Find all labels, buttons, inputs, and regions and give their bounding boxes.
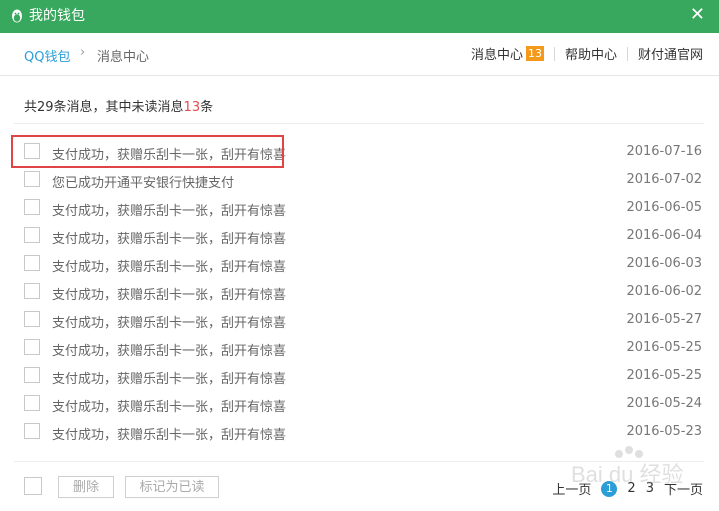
message-date: 2016-07-02 bbox=[626, 172, 702, 187]
message-date: 2016-06-02 bbox=[626, 284, 702, 299]
message-date: 2016-05-27 bbox=[626, 312, 702, 327]
message-date: 2016-06-04 bbox=[626, 228, 702, 243]
breadcrumb-home-link[interactable]: QQ钱包 bbox=[24, 46, 70, 65]
footer-toolbar: 删除 标记为已读 上一页 1 2 3 下一页 bbox=[0, 474, 719, 504]
message-row[interactable]: 支付成功，获赠乐刮卡一张，刮开有惊喜 2016-06-05 bbox=[14, 194, 704, 222]
message-text[interactable]: 支付成功，获赠乐刮卡一张，刮开有惊喜 bbox=[52, 144, 286, 163]
help-center-link[interactable]: 帮助中心 bbox=[565, 44, 617, 63]
message-checkbox[interactable] bbox=[24, 367, 40, 383]
message-text[interactable]: 支付成功，获赠乐刮卡一张，刮开有惊喜 bbox=[52, 368, 286, 387]
message-text[interactable]: 支付成功，获赠乐刮卡一张，刮开有惊喜 bbox=[52, 284, 286, 303]
prev-page-link[interactable]: 上一页 bbox=[552, 479, 591, 498]
mark-read-button[interactable]: 标记为已读 bbox=[125, 476, 219, 498]
page-3-link[interactable]: 3 bbox=[646, 481, 654, 496]
select-all-checkbox[interactable] bbox=[24, 477, 42, 495]
message-row[interactable]: 支付成功，获赠乐刮卡一张，刮开有惊喜 2016-05-24 bbox=[14, 390, 704, 418]
message-text[interactable]: 支付成功，获赠乐刮卡一张，刮开有惊喜 bbox=[52, 228, 286, 247]
message-date: 2016-06-03 bbox=[626, 256, 702, 271]
message-checkbox[interactable] bbox=[24, 171, 40, 187]
unread-count-badge: 13 bbox=[525, 46, 544, 61]
message-row[interactable]: 支付成功，获赠乐刮卡一张，刮开有惊喜 2016-06-03 bbox=[14, 250, 704, 278]
tenpay-link[interactable]: 财付通官网 bbox=[638, 44, 703, 63]
divider bbox=[14, 123, 704, 124]
message-text[interactable]: 支付成功，获赠乐刮卡一张，刮开有惊喜 bbox=[52, 312, 286, 331]
message-date: 2016-05-25 bbox=[626, 340, 702, 355]
message-row[interactable]: 支付成功，获赠乐刮卡一张，刮开有惊喜 2016-05-23 bbox=[14, 418, 704, 446]
message-date: 2016-05-24 bbox=[626, 396, 702, 411]
summary-suffix: 条 bbox=[200, 100, 214, 115]
message-row[interactable]: 支付成功，获赠乐刮卡一张，刮开有惊喜 2016-05-25 bbox=[14, 334, 704, 362]
message-summary: 共29条消息，其中未读消息13条 bbox=[24, 96, 213, 115]
message-row[interactable]: 支付成功，获赠乐刮卡一张，刮开有惊喜 2016-06-02 bbox=[14, 278, 704, 306]
message-text[interactable]: 支付成功，获赠乐刮卡一张，刮开有惊喜 bbox=[52, 256, 286, 275]
summary-unread-count: 13 bbox=[183, 100, 201, 115]
message-center-link[interactable]: 消息中心 bbox=[471, 44, 523, 63]
message-checkbox[interactable] bbox=[24, 423, 40, 439]
message-date: 2016-06-05 bbox=[626, 200, 702, 215]
message-checkbox[interactable] bbox=[24, 227, 40, 243]
message-text[interactable]: 支付成功，获赠乐刮卡一张，刮开有惊喜 bbox=[52, 424, 286, 443]
delete-button[interactable]: 删除 bbox=[58, 476, 114, 498]
close-icon[interactable]: ✕ bbox=[690, 6, 705, 24]
page-current[interactable]: 1 bbox=[601, 480, 618, 497]
breadcrumb-current: 消息中心 bbox=[97, 50, 150, 65]
message-row[interactable]: 您已成功开通平安银行快捷支付 2016-07-02 bbox=[14, 166, 704, 194]
message-checkbox[interactable] bbox=[24, 199, 40, 215]
message-checkbox[interactable] bbox=[24, 311, 40, 327]
message-date: 2016-05-25 bbox=[626, 368, 702, 383]
message-text[interactable]: 支付成功，获赠乐刮卡一张，刮开有惊喜 bbox=[52, 200, 286, 219]
message-row[interactable]: 支付成功，获赠乐刮卡一张，刮开有惊喜 2016-06-04 bbox=[14, 222, 704, 250]
message-row[interactable]: 支付成功，获赠乐刮卡一张，刮开有惊喜 2016-07-16 bbox=[14, 138, 704, 166]
message-checkbox[interactable] bbox=[24, 395, 40, 411]
summary-prefix: 共29条消息，其中未读消息 bbox=[24, 100, 184, 115]
message-checkbox[interactable] bbox=[24, 255, 40, 271]
message-list: 支付成功，获赠乐刮卡一张，刮开有惊喜 2016-07-16 您已成功开通平安银行快… bbox=[14, 138, 704, 446]
page-2-link[interactable]: 2 bbox=[627, 481, 635, 496]
qq-penguin-icon bbox=[12, 9, 22, 23]
divider bbox=[14, 461, 704, 462]
divider bbox=[626, 46, 628, 61]
chevron-right-icon: › bbox=[80, 45, 86, 60]
message-text[interactable]: 您已成功开通平安银行快捷支付 bbox=[52, 172, 234, 191]
header-links: 消息中心 13 帮助中心 财付通官网 bbox=[471, 44, 703, 63]
divider bbox=[553, 46, 555, 61]
message-checkbox[interactable] bbox=[24, 283, 40, 299]
pagination: 上一页 1 2 3 下一页 bbox=[552, 479, 703, 498]
message-date: 2016-05-23 bbox=[626, 424, 702, 439]
next-page-link[interactable]: 下一页 bbox=[664, 479, 703, 498]
message-row[interactable]: 支付成功，获赠乐刮卡一张，刮开有惊喜 2016-05-27 bbox=[14, 306, 704, 334]
message-date: 2016-07-16 bbox=[626, 144, 702, 159]
message-row[interactable]: 支付成功，获赠乐刮卡一张，刮开有惊喜 2016-05-25 bbox=[14, 362, 704, 390]
message-text[interactable]: 支付成功，获赠乐刮卡一张，刮开有惊喜 bbox=[52, 340, 286, 359]
top-nav: QQ钱包 › 消息中心 消息中心 13 帮助中心 财付通官网 bbox=[0, 33, 719, 76]
title-bar: 我的钱包 ✕ bbox=[0, 0, 719, 33]
message-text[interactable]: 支付成功，获赠乐刮卡一张，刮开有惊喜 bbox=[52, 396, 286, 415]
message-checkbox[interactable] bbox=[24, 339, 40, 355]
window-title: 我的钱包 bbox=[29, 8, 85, 24]
message-checkbox[interactable] bbox=[24, 143, 40, 159]
